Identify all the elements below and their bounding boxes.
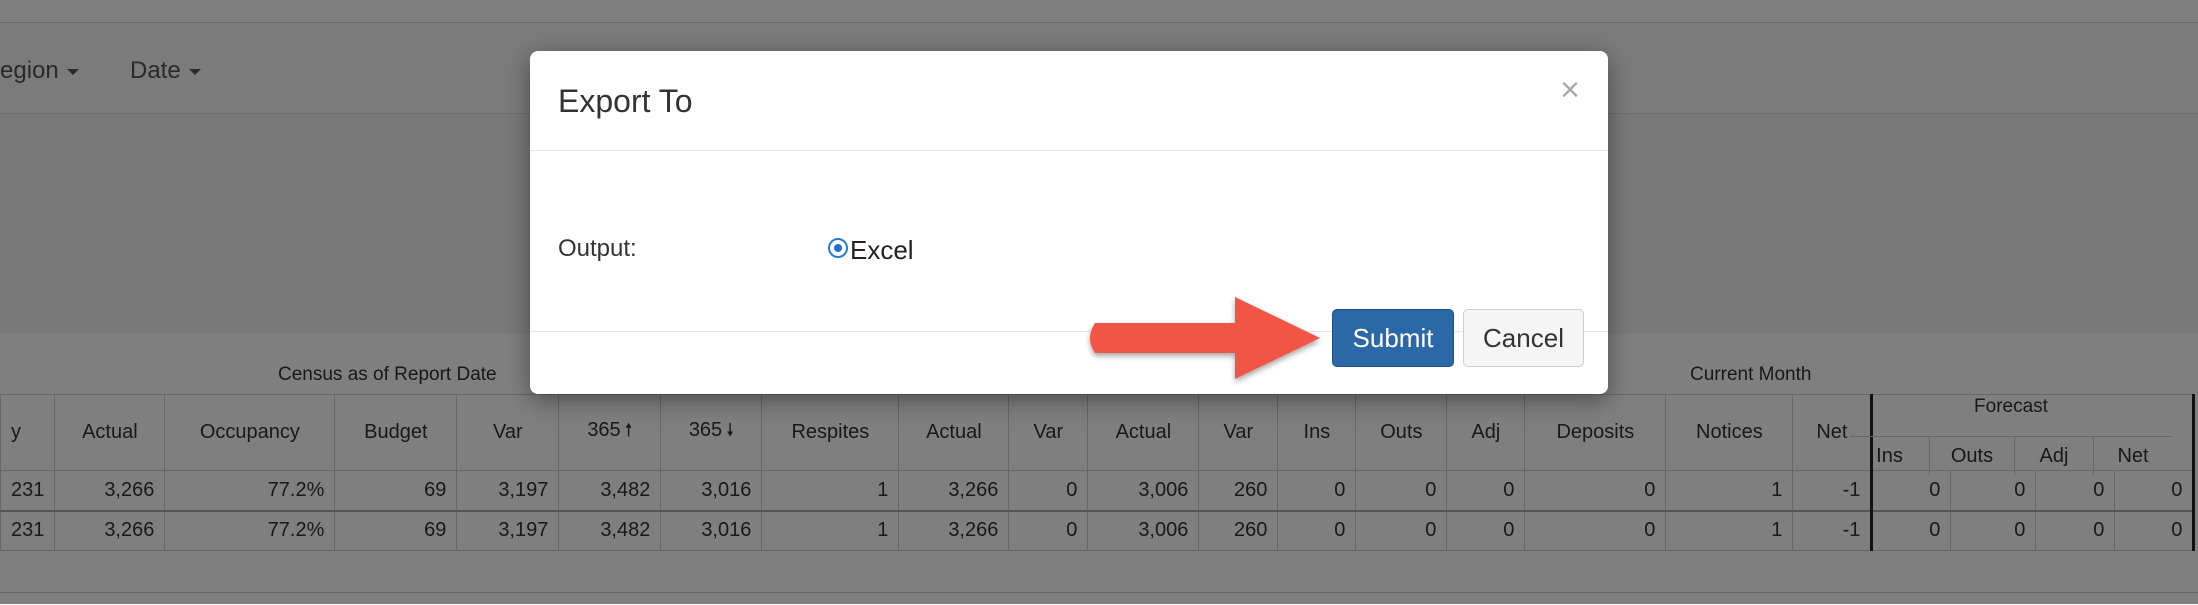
excel-radio-button[interactable] — [828, 238, 848, 258]
dialog-header: Export To × — [530, 51, 1608, 151]
export-dialog: Export To × Output: Excel Submit Cancel — [530, 51, 1608, 394]
dialog-title: Export To — [558, 83, 693, 119]
submit-button[interactable]: Submit — [1332, 309, 1454, 367]
dialog-body: Output: Excel — [530, 151, 1608, 332]
close-icon[interactable]: × — [1560, 73, 1580, 107]
output-label: Output: — [558, 235, 637, 262]
excel-option-label[interactable]: Excel — [850, 235, 914, 266]
cancel-button[interactable]: Cancel — [1463, 309, 1584, 367]
radio-selected-dot — [834, 244, 842, 252]
